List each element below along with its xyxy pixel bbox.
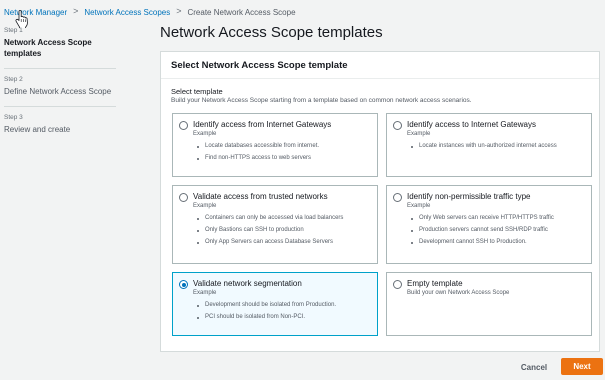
template-tile-internet-gateways-to[interactable]: Identify access to Internet Gateways Exa… (386, 113, 592, 177)
wizard-step-1: Step 1 Network Access Scope templates (4, 27, 116, 59)
template-examples: Containers can only be accessed via load… (179, 215, 371, 246)
next-button[interactable]: Next (561, 358, 603, 375)
template-examples: Only Web servers can receive HTTP/HTTPS … (393, 215, 585, 246)
step-title: Review and create (4, 125, 71, 134)
breadcrumb-network-access-scopes[interactable]: Network Access Scopes (84, 8, 170, 17)
template-tile-empty[interactable]: Empty template Build your own Network Ac… (386, 272, 592, 336)
wizard-steps: Step 1 Network Access Scope templates St… (4, 27, 116, 135)
template-tile-trusted-networks[interactable]: Validate access from trusted networks Ex… (172, 185, 378, 264)
radio-button[interactable] (179, 121, 188, 130)
template-tile-network-segmentation[interactable]: Validate network segmentation Example De… (172, 272, 378, 336)
template-subtitle: Build your own Network Access Scope (407, 290, 510, 296)
list-item: Locate databases accessible from interne… (197, 143, 371, 150)
template-subtitle: Example (407, 203, 431, 209)
step-divider (4, 106, 116, 107)
radio-button[interactable] (393, 280, 402, 289)
template-subtitle: Example (193, 203, 217, 209)
template-selection-panel: Select Network Access Scope template Sel… (160, 51, 600, 352)
list-item: Only App Servers can access Database Ser… (197, 239, 371, 246)
step-title: Network Access Scope templates (4, 38, 92, 58)
field-label: Select template (171, 87, 223, 96)
list-item: Development should be isolated from Prod… (197, 302, 371, 309)
template-title: Identify non-permissible traffic type (407, 192, 531, 201)
list-item: Only Web servers can receive HTTP/HTTPS … (411, 215, 585, 222)
template-title: Identify access to Internet Gateways (407, 120, 536, 129)
template-examples: Locate instances with un-authorized inte… (393, 143, 585, 150)
list-item: PCI should be isolated from Non-PCI. (197, 314, 371, 321)
template-title: Empty template (407, 279, 463, 288)
template-subtitle: Example (193, 290, 217, 296)
list-item: Containers can only be accessed via load… (197, 215, 371, 222)
radio-button[interactable] (179, 193, 188, 202)
radio-button[interactable] (393, 121, 402, 130)
template-title: Validate network segmentation (193, 279, 302, 288)
radio-button[interactable] (393, 193, 402, 202)
step-number: Step 1 (4, 27, 23, 34)
list-item: Production servers cannot send SSH/RDP t… (411, 227, 585, 234)
step-title: Define Network Access Scope (4, 87, 112, 96)
chevron-right-icon: > (176, 6, 182, 16)
wizard-step-3: Step 3 Review and create (4, 114, 116, 135)
wizard-step-2: Step 2 Define Network Access Scope (4, 76, 116, 97)
template-subtitle: Example (193, 131, 217, 137)
radio-button-selected[interactable] (179, 280, 188, 289)
list-item: Development cannot SSH to Production. (411, 239, 585, 246)
field-description: Build your Network Access Scope starting… (171, 97, 472, 104)
template-tile-internet-gateways-from[interactable]: Identify access from Internet Gateways E… (172, 113, 378, 177)
template-title: Validate access from trusted networks (193, 192, 328, 201)
step-number: Step 3 (4, 114, 23, 121)
template-tile-non-permissible-traffic[interactable]: Identify non-permissible traffic type Ex… (386, 185, 592, 264)
hand-pointer-icon (15, 10, 28, 28)
breadcrumb-current-page: Create Network Access Scope (187, 7, 296, 17)
cancel-button[interactable]: Cancel (512, 359, 556, 375)
page-title: Network Access Scope templates (160, 24, 383, 41)
panel-header: Select Network Access Scope template (161, 52, 599, 79)
breadcrumb: Network Manager > Network Access Scopes … (4, 6, 296, 18)
template-title: Identify access from Internet Gateways (193, 120, 332, 129)
step-divider (4, 68, 116, 69)
chevron-right-icon: > (73, 6, 79, 16)
step-number: Step 2 (4, 76, 23, 83)
template-examples: Development should be isolated from Prod… (179, 302, 371, 321)
list-item: Find non-HTTPS access to web servers (197, 155, 371, 162)
template-examples: Locate databases accessible from interne… (179, 143, 371, 162)
list-item: Locate instances with un-authorized inte… (411, 143, 585, 150)
list-item: Only Bastions can SSH to production (197, 227, 371, 234)
template-subtitle: Example (407, 131, 431, 137)
